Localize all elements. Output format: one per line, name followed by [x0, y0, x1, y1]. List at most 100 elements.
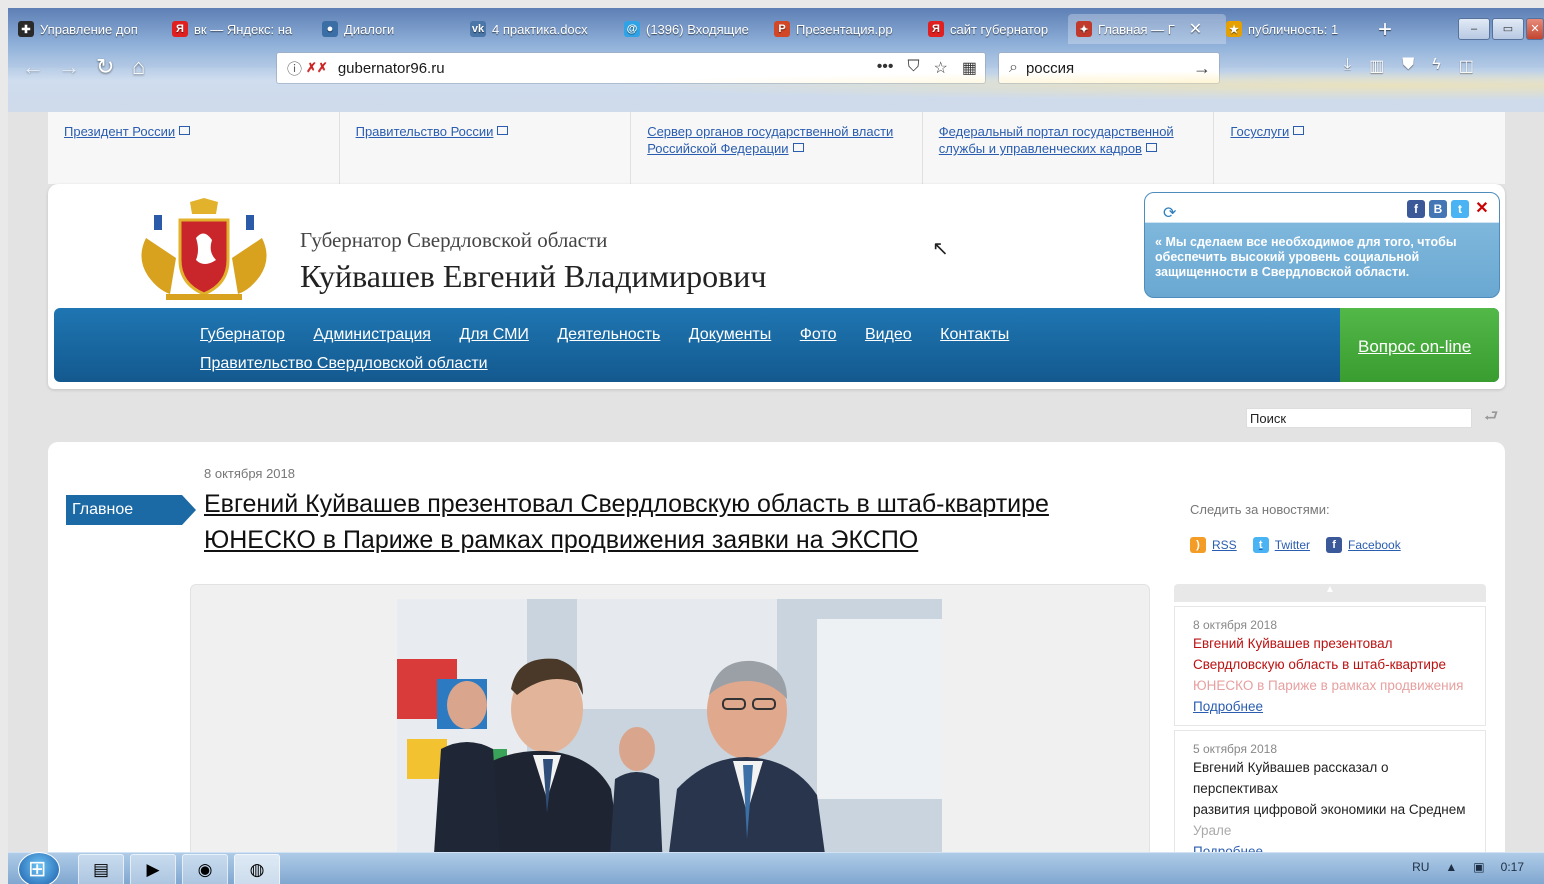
screen: ✚ Управление доп Я вк — Яндекс: на ● Диа…: [8, 8, 1544, 884]
menu-photo[interactable]: Фото: [800, 320, 837, 349]
insecure-connection-icon[interactable]: ✗✗: [306, 60, 328, 76]
news-title-line[interactable]: Евгений Куйвашев рассказал о перспектива…: [1193, 757, 1467, 799]
ublock-icon[interactable]: ⛊: [1402, 56, 1414, 76]
news-title-line[interactable]: Урале: [1193, 820, 1467, 841]
firefox-taskbar-icon[interactable]: ◍: [234, 854, 280, 884]
rss-label: RSS: [1212, 538, 1237, 552]
download-icon[interactable]: ⤓: [1344, 56, 1351, 76]
link-president[interactable]: Президент России: [64, 124, 175, 139]
link-text: Федеральный портал государственной служб…: [938, 124, 1174, 156]
site-search-input[interactable]: Поиск: [1246, 408, 1472, 428]
menu-administration[interactable]: Администрация: [313, 320, 431, 349]
link-civil-service-portal[interactable]: Федеральный портал государственной служб…: [939, 124, 1174, 156]
news-title-line[interactable]: ЮНЕСКО в Париже в рамках продвижения: [1193, 675, 1467, 696]
pocket-icon[interactable]: ⛉: [908, 58, 920, 78]
question-online-panel: Вопрос on-line: [1340, 308, 1499, 382]
menu-video[interactable]: Видео: [865, 320, 912, 349]
search-submit-icon[interactable]: ⮐: [1484, 405, 1498, 432]
article-date: 8 октября 2018: [204, 466, 295, 481]
external-link-icon: [792, 143, 804, 152]
external-links-bar: Президент России Правительство России Се…: [48, 112, 1505, 184]
chrome-taskbar-icon[interactable]: ◉: [182, 854, 228, 884]
tab-label: Управление доп: [40, 21, 138, 37]
sidebar-icon[interactable]: ◫: [1459, 56, 1474, 76]
vk-icon: vk: [470, 21, 486, 37]
search-go-icon[interactable]: →: [1193, 58, 1211, 79]
refresh-icon[interactable]: ⟳: [1163, 203, 1176, 223]
external-link-cell: Госуслуги: [1214, 112, 1505, 184]
language-indicator[interactable]: RU: [1412, 860, 1429, 874]
read-more-link[interactable]: Подробнее: [1193, 699, 1263, 714]
coat-of-arms-logo[interactable]: [136, 198, 272, 302]
quote-body: Мы сделаем все необходимое для того, что…: [1155, 235, 1457, 279]
tray-expand-icon[interactable]: ▲: [1445, 860, 1457, 874]
media-player-taskbar-icon[interactable]: ▶: [130, 854, 176, 884]
link-gov-server[interactable]: Сервер органов государственной власти Ро…: [647, 124, 893, 156]
bookmark-star-icon[interactable]: ☆: [934, 58, 948, 78]
menu-regional-government[interactable]: Правительство Свердловской области: [200, 349, 488, 378]
link-government[interactable]: Правительство России: [356, 124, 494, 139]
close-tab-icon[interactable]: ✕: [1189, 19, 1202, 39]
facebook-share-icon[interactable]: f: [1407, 200, 1425, 218]
tab-active-main[interactable]: ✦ Главная — Г ✕: [1068, 14, 1226, 44]
article-photo[interactable]: [397, 599, 942, 852]
news-title-line[interactable]: Свердловскую область в штаб-квартире: [1193, 654, 1467, 675]
tab-dialogs[interactable]: ● Диалоги: [314, 14, 460, 44]
reader-view-icon[interactable]: ▦: [962, 58, 977, 78]
maximize-button[interactable]: ▭: [1492, 18, 1524, 40]
twitter-share-icon[interactable]: t: [1451, 200, 1469, 218]
twitter-link[interactable]: t Twitter: [1252, 537, 1311, 553]
tab-presentation[interactable]: P Презентация.pp: [766, 14, 918, 44]
menu-media[interactable]: Для СМИ: [459, 320, 528, 349]
scroll-up-icon[interactable]: ▲: [1174, 584, 1486, 602]
tab-publicity[interactable]: ★ публичность: 1: [1218, 14, 1374, 44]
chat-icon: ●: [322, 21, 338, 37]
info-icon[interactable]: ⓘ: [287, 58, 302, 79]
vk-share-icon[interactable]: B: [1429, 200, 1447, 218]
tab-practice-doc[interactable]: vk 4 практика.docx: [462, 14, 616, 44]
news-item: 8 октября 2018 Евгений Куйвашев презенто…: [1174, 606, 1486, 726]
minimize-button[interactable]: –: [1458, 18, 1490, 40]
tag-arrow: [182, 495, 196, 525]
extension-icon[interactable]: ϟ: [1432, 56, 1440, 76]
close-window-button[interactable]: ✕: [1526, 18, 1544, 40]
menu-documents[interactable]: Документы: [689, 320, 771, 349]
twitter-label: Twitter: [1274, 538, 1311, 552]
close-icon[interactable]: ✕: [1473, 200, 1491, 218]
new-tab-button[interactable]: +: [1378, 16, 1392, 44]
twitter-icon: t: [1252, 537, 1269, 553]
rss-link[interactable]: ) RSS: [1190, 537, 1237, 553]
news-title-line[interactable]: Евгений Куйвашев презентовал: [1193, 633, 1467, 654]
news-title-line[interactable]: развития цифровой экономики на Среднем: [1193, 799, 1467, 820]
address-bar[interactable]: ⓘ ✗✗ gubernator96.ru ••• ⛉ ☆ ▦: [276, 52, 986, 84]
explorer-taskbar-icon[interactable]: ▤: [78, 854, 124, 884]
search-query: россия: [1025, 59, 1075, 77]
back-icon[interactable]: ←: [22, 54, 44, 80]
read-more-link[interactable]: Подробнее: [1193, 844, 1263, 852]
home-icon[interactable]: ⌂: [132, 54, 145, 80]
question-online-button[interactable]: Вопрос on-line: [1358, 332, 1471, 361]
main-menu: Губернатор Администрация Для СМИ Деятель…: [54, 308, 1499, 382]
tab-label: вк — Яндекс: на: [194, 21, 293, 37]
tab-inbox[interactable]: @ (1396) Входящие: [616, 14, 768, 44]
start-button[interactable]: [18, 852, 60, 884]
facebook-link[interactable]: f Facebook: [1326, 537, 1401, 553]
tab-addons[interactable]: ✚ Управление доп: [10, 14, 164, 44]
forward-icon[interactable]: →: [58, 54, 80, 80]
menu-contacts[interactable]: Контакты: [940, 320, 1009, 349]
article-headline[interactable]: Евгений Куйвашев презентовал Свердловску…: [204, 486, 1124, 558]
menu-governor[interactable]: Губернатор: [200, 320, 285, 349]
search-bar[interactable]: ⌕ россия →: [998, 52, 1220, 84]
library-icon[interactable]: ▥: [1369, 56, 1384, 76]
news-date: 5 октября 2018: [1193, 742, 1277, 756]
link-gosuslugi[interactable]: Госуслуги: [1230, 124, 1289, 139]
tab-label: Презентация.pp: [796, 21, 893, 37]
tab-governor-search[interactable]: Я сайт губернатор: [920, 14, 1072, 44]
puzzle-icon: ✚: [18, 21, 34, 37]
tab-yandex-vk[interactable]: Я вк — Яндекс: на: [164, 14, 310, 44]
menu-activity[interactable]: Деятельность: [557, 320, 660, 349]
network-icon[interactable]: ▣: [1473, 860, 1484, 874]
reload-icon[interactable]: ↻: [96, 54, 114, 80]
page-actions-icon[interactable]: •••: [877, 58, 894, 78]
clock[interactable]: 0:17: [1501, 860, 1524, 874]
